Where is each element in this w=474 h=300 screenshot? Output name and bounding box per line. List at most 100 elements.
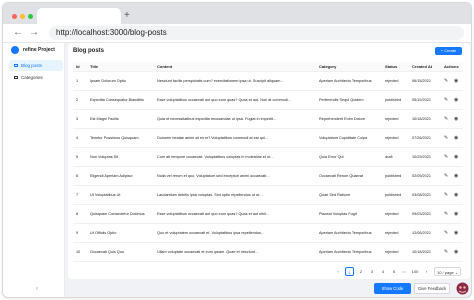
cell-status: published <box>385 174 402 178</box>
column-header-created-at[interactable]: Created At <box>412 62 440 72</box>
page-5-button[interactable]: 5 <box>390 267 398 276</box>
cell-title: Occaecati Quis Quo <box>90 250 124 254</box>
page-3-button[interactable]: 3 <box>368 267 376 276</box>
pagination-ellipsis[interactable]: ••• <box>400 267 408 276</box>
page-1-button[interactable]: 1 <box>345 267 354 276</box>
maximize-window-button[interactable] <box>28 14 33 19</box>
sidebar-item-label: Categories <box>21 75 43 80</box>
table-header: Id Title Content Category Status Created… <box>73 62 463 72</box>
table-row[interactable]: 6 Eligendi Aperiam Adipisci Nulla vel reru… <box>73 167 463 186</box>
cell-id: 6 <box>76 174 79 178</box>
cell-category: Quae Sed Ratione <box>319 193 351 197</box>
browser-tab-bar: + <box>3 3 471 24</box>
cell-category: Aperiam Architecto Temporibus <box>319 250 372 254</box>
cell-id: 5 <box>76 155 79 159</box>
cell-id: 9 <box>76 231 79 235</box>
cell-id: 10 <box>76 250 81 254</box>
cell-content: Nesciunt facilis perspiciatis cum? exerc… <box>157 79 285 83</box>
edit-icon[interactable]: ✎ <box>444 110 448 129</box>
table-row[interactable]: 3 Est Magni Facilis Quia et necessitatibus… <box>73 110 463 129</box>
cell-content: Esse voluptatibus occaecati aut quo eum … <box>157 98 292 102</box>
sidebar: refine Project Blog posts Categories ‹ <box>3 43 65 297</box>
column-header-category[interactable]: Category <box>319 62 381 72</box>
edit-icon[interactable]: ✎ <box>444 148 448 167</box>
forward-arrow-icon[interactable]: → <box>29 27 39 39</box>
last-page-button[interactable]: 100 <box>409 267 421 276</box>
cell-category: Voluptatum Cupiditate Culpa <box>319 136 368 140</box>
edit-icon[interactable]: ✎ <box>444 72 448 91</box>
browser-tab[interactable] <box>37 8 121 24</box>
show-code-button[interactable]: Show Code <box>374 283 411 294</box>
close-window-button[interactable] <box>12 14 17 19</box>
list-icon <box>14 64 18 67</box>
cell-status: rejected <box>385 250 399 254</box>
column-header-id[interactable]: Id <box>76 62 86 72</box>
cell-title: Est Magni Facilis <box>90 117 119 121</box>
create-button[interactable]: + Create <box>435 47 462 55</box>
edit-icon[interactable]: ✎ <box>444 205 448 224</box>
column-header-content[interactable]: Content <box>157 62 307 72</box>
view-eye-icon[interactable]: ◉ <box>454 224 458 243</box>
table-row[interactable]: 9 Ut Officiis Optio Quo et voluptatem occa… <box>73 224 463 243</box>
sidebar-item-categories[interactable]: Categories <box>9 72 63 83</box>
column-header-title[interactable]: Title <box>90 62 152 72</box>
view-eye-icon[interactable]: ◉ <box>454 110 458 129</box>
view-eye-icon[interactable]: ◉ <box>454 186 458 205</box>
cell-created-at: 10/29/2021 <box>412 155 432 159</box>
cell-category: Aperiam Architecto Temporibus <box>319 231 372 235</box>
view-eye-icon[interactable]: ◉ <box>454 72 458 91</box>
cell-title: Ut Voluptatibus Ut <box>90 193 121 197</box>
bottom-bar: Show Code Give Feedback <box>3 280 471 297</box>
view-eye-icon[interactable]: ◉ <box>454 91 458 110</box>
edit-icon[interactable]: ✎ <box>444 186 448 205</box>
user-avatar-icon[interactable] <box>455 281 470 296</box>
cell-created-at: 06/15/2021 <box>412 79 432 83</box>
cell-created-at: 10/18/2021 <box>412 117 432 121</box>
view-eye-icon[interactable]: ◉ <box>454 167 458 186</box>
cell-status: rejected <box>385 231 399 235</box>
cell-title: Quisquam Consectetur Ducimus <box>90 212 145 216</box>
cell-category: Perferendis Sequi Quidem <box>319 98 364 102</box>
edit-icon[interactable]: ✎ <box>444 91 448 110</box>
new-tab-button[interactable]: + <box>124 11 130 21</box>
view-eye-icon[interactable]: ◉ <box>454 205 458 224</box>
view-eye-icon[interactable]: ◉ <box>454 148 458 167</box>
edit-icon[interactable]: ✎ <box>444 167 448 186</box>
table-row[interactable]: 2 Expedita Consequatur Blanditiis Esse vol… <box>73 91 463 110</box>
sidebar-item-blog-posts[interactable]: Blog posts <box>9 60 63 71</box>
table-row[interactable]: 8 Quisquam Consectetur Ducimus Esse volupt… <box>73 205 463 224</box>
table-row[interactable]: 10 Occaecati Quis Quo Ullam voluptate occa… <box>73 243 463 262</box>
project-name: refine Project <box>23 47 55 53</box>
edit-icon[interactable]: ✎ <box>444 129 448 148</box>
cell-title: Ut Officiis Optio <box>90 231 117 235</box>
column-header-status[interactable]: Status <box>385 62 409 72</box>
table-row[interactable]: 5 Non Voluptas Sit Cum ab tempore occaecat… <box>73 148 463 167</box>
cell-status: rejected <box>385 117 399 121</box>
next-page-button[interactable]: › <box>423 267 430 276</box>
cell-status: rejected <box>385 136 399 140</box>
column-header-actions: Actions <box>444 64 459 69</box>
edit-icon[interactable]: ✎ <box>444 243 448 262</box>
cell-status: published <box>385 193 402 197</box>
cell-created-at: 09/03/2021 <box>412 212 432 216</box>
view-eye-icon[interactable]: ◉ <box>454 243 458 262</box>
url-input[interactable]: http://localhost:3000/blog-posts <box>49 26 464 40</box>
cell-id: 8 <box>76 212 79 216</box>
table-row[interactable]: 7 Ut Voluptatibus Ut Laudantium debitis ip… <box>73 186 463 205</box>
give-feedback-button[interactable]: Give Feedback <box>414 283 450 294</box>
minimize-window-button[interactable] <box>20 14 25 19</box>
browser-window: + ← → http://localhost:3000/blog-posts r… <box>2 2 472 298</box>
prev-page-button[interactable]: ‹ <box>334 267 342 276</box>
cell-id: 2 <box>76 98 79 102</box>
edit-icon[interactable]: ✎ <box>444 224 448 243</box>
table-row[interactable]: 1 Ipsam Dolorum Optio Nesciunt facilis per… <box>73 72 463 91</box>
page-size-select[interactable]: 10 / page ⌄ <box>434 267 462 276</box>
page-4-button[interactable]: 4 <box>379 267 387 276</box>
page-2-button[interactable]: 2 <box>357 267 365 276</box>
cell-content: Cum ab tempore occaecati. Voluptatibus v… <box>157 155 274 159</box>
cell-category: Occaecati Rerum Quaerat <box>319 174 364 178</box>
back-arrow-icon[interactable]: ← <box>13 27 23 39</box>
view-eye-icon[interactable]: ◉ <box>454 129 458 148</box>
cell-id: 1 <box>76 79 79 83</box>
table-row[interactable]: 4 Tenetur Possimus Quisquam Dolorem beatae… <box>73 129 463 148</box>
